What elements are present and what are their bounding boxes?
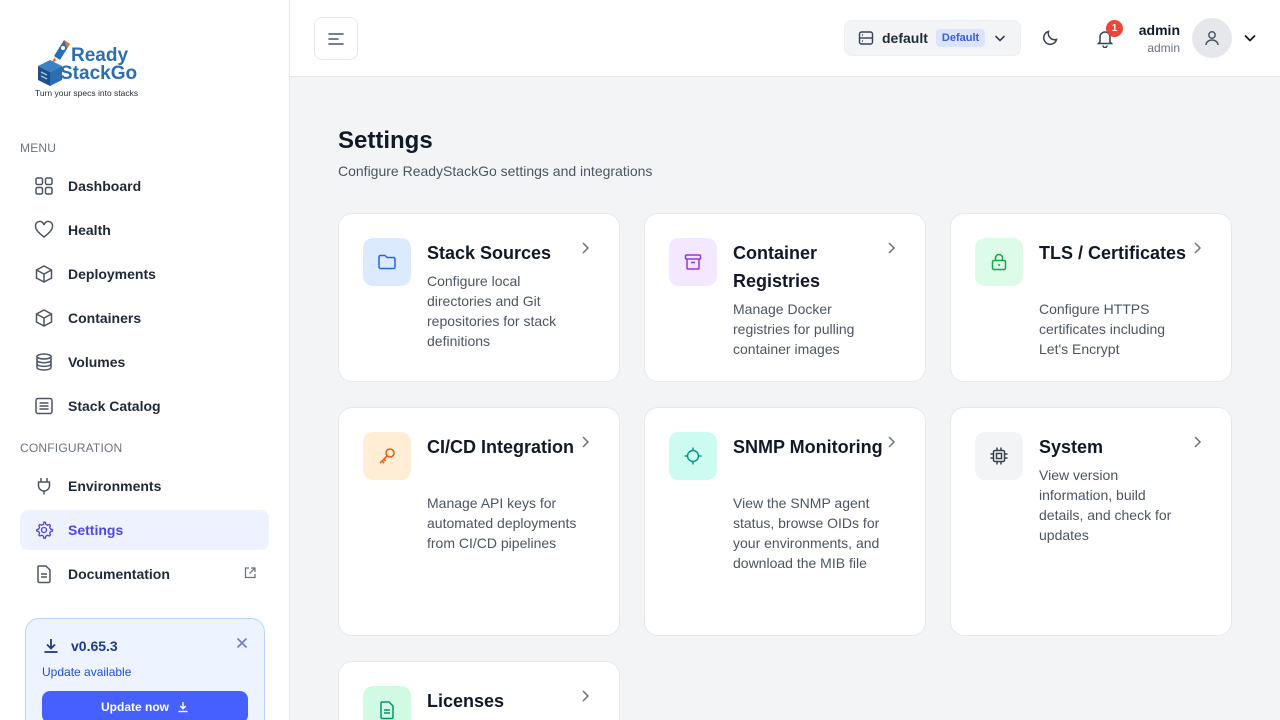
- menu-toggle-button[interactable]: [314, 17, 358, 60]
- card-title: CI/CD Integration: [427, 437, 574, 457]
- sidebar-item-label: Environments: [68, 478, 162, 494]
- card-title: System: [1039, 437, 1104, 457]
- sidebar-item-documentation[interactable]: Documentation: [20, 554, 269, 594]
- settings-card-snmp-monitoring[interactable]: SNMP Monitoring View the SNMP agent stat…: [644, 407, 926, 636]
- grid-icon: [34, 176, 54, 196]
- card-description: Manage Docker registries for pulling con…: [733, 301, 855, 357]
- user-name[interactable]: admin: [1110, 22, 1180, 38]
- logo-tagline: Turn your specs into stacks: [35, 88, 139, 98]
- settings-card-container-registries[interactable]: Container Registries Manage Docker regis…: [644, 213, 926, 382]
- sidebar-item-label: Stack Catalog: [68, 398, 161, 414]
- settings-card-stack-sources[interactable]: Stack Sources Configure local directorie…: [338, 213, 620, 382]
- lock-icon: [975, 238, 1023, 286]
- card-title: Licenses: [427, 691, 505, 711]
- sidebar-item-label: Documentation: [68, 566, 170, 582]
- user-role: admin: [1147, 41, 1180, 55]
- gear-icon: [34, 520, 54, 540]
- card-title: TLS / Certificates: [1039, 243, 1187, 263]
- sidebar-item-containers[interactable]: Containers: [20, 298, 269, 338]
- sidebar-item-environments[interactable]: Environments: [20, 466, 269, 506]
- page-subtitle: Configure ReadyStackGo settings and inte…: [338, 163, 653, 179]
- list-icon: [34, 396, 54, 416]
- update-now-button[interactable]: Update now: [42, 691, 248, 720]
- sidebar-item-label: Dashboard: [68, 178, 142, 194]
- avatar[interactable]: [1192, 18, 1232, 58]
- configuration-heading: CONFIGURATION: [20, 441, 123, 455]
- server-icon: [858, 31, 874, 45]
- close-icon[interactable]: [236, 636, 248, 654]
- environment-select[interactable]: default Default: [844, 20, 1021, 56]
- chip-icon: [975, 432, 1023, 480]
- chevron-right-icon: [1189, 240, 1205, 261]
- update-available-text: Update available: [42, 665, 132, 679]
- cube-icon: [34, 264, 54, 284]
- document-icon: [34, 564, 54, 584]
- top-header: default Default 1 admin admin: [290, 0, 1280, 77]
- environment-name: default: [882, 30, 928, 46]
- settings-card-tls-certificates[interactable]: TLS / Certificates Configure HTTPS certi…: [950, 213, 1232, 382]
- folder-icon: [363, 238, 411, 286]
- chevron-down-icon: [992, 30, 1008, 51]
- sidebar-item-label: Settings: [68, 522, 124, 538]
- chevron-right-icon: [883, 434, 899, 455]
- chevron-right-icon: [577, 240, 593, 261]
- database-icon: [34, 352, 54, 372]
- card-description: Configure HTTPS certificates including L…: [1039, 301, 1166, 357]
- user-icon: [1205, 31, 1219, 46]
- app-logo[interactable]: Ready StackGo Turn your specs into stack…: [34, 38, 174, 100]
- environment-default-badge: Default: [935, 29, 986, 47]
- plug-icon: [34, 476, 54, 496]
- update-version: v0.65.3: [71, 638, 118, 654]
- update-now-label: Update now: [101, 700, 169, 714]
- sidebar-item-volumes[interactable]: Volumes: [20, 342, 269, 382]
- card-title: SNMP Monitoring: [733, 437, 883, 457]
- sidebar-item-stack-catalog[interactable]: Stack Catalog: [20, 386, 269, 426]
- settings-card-licenses[interactable]: Licenses: [338, 661, 620, 720]
- file-text-icon: [363, 686, 411, 720]
- settings-card-system[interactable]: System View version information, build d…: [950, 407, 1232, 636]
- archive-icon: [669, 238, 717, 286]
- sidebar-item-health[interactable]: Health: [20, 210, 269, 250]
- download-icon: [178, 702, 188, 713]
- sidebar-item-label: Deployments: [68, 266, 156, 282]
- sidebar-item-settings[interactable]: Settings: [20, 510, 269, 550]
- download-icon: [42, 637, 60, 660]
- chevron-right-icon: [577, 688, 593, 709]
- chevron-right-icon: [1189, 434, 1205, 455]
- sidebar-item-label: Containers: [68, 310, 142, 326]
- card-title: Container Registries: [733, 243, 821, 291]
- card-description: Configure local directories and Git repo…: [427, 273, 557, 349]
- settings-card-cicd-integration[interactable]: CI/CD Integration Manage API keys for au…: [338, 407, 620, 636]
- sidebar: Ready StackGo Turn your specs into stack…: [0, 0, 290, 720]
- update-card: v0.65.3 Update available Update now: [25, 618, 265, 720]
- key-icon: [363, 432, 411, 480]
- sidebar-item-label: Health: [68, 222, 111, 238]
- card-description: Manage API keys for automated deployment…: [427, 495, 577, 551]
- heart-icon: [34, 220, 54, 240]
- chevron-right-icon: [883, 240, 899, 261]
- menu-heading: MENU: [20, 141, 57, 155]
- external-link-icon: [243, 566, 257, 585]
- card-title: Stack Sources: [427, 243, 552, 263]
- card-description: View the SNMP agent status, browse OIDs …: [733, 495, 880, 571]
- cube-icon: [34, 308, 54, 328]
- radar-icon: [669, 432, 717, 480]
- sidebar-item-dashboard[interactable]: Dashboard: [20, 166, 269, 206]
- sidebar-item-label: Volumes: [68, 354, 126, 370]
- chevron-right-icon: [577, 434, 593, 455]
- sidebar-item-deployments[interactable]: Deployments: [20, 254, 269, 294]
- chevron-down-icon[interactable]: [1242, 30, 1258, 51]
- logo-word-stackgo: StackGo: [60, 63, 138, 84]
- card-description: View version information, build details,…: [1039, 467, 1172, 543]
- hamburger-icon: [328, 32, 344, 45]
- page-title: Settings: [338, 127, 433, 154]
- moon-icon[interactable]: [1042, 28, 1060, 51]
